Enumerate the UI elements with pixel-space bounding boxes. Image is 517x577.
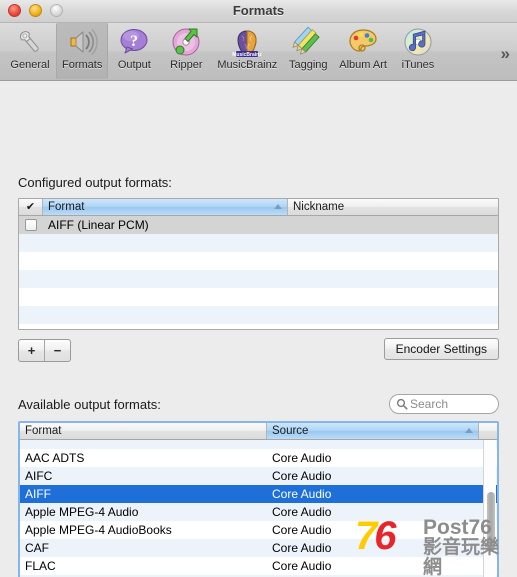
table-row-empty (19, 234, 498, 252)
toolbar-item-label: Formats (62, 59, 103, 71)
row-checkbox-cell[interactable] (19, 216, 43, 234)
column-header-format[interactable]: Format (43, 199, 288, 215)
column-header-nickname[interactable]: Nickname (288, 199, 498, 215)
cell-nickname (288, 216, 498, 234)
encoder-settings-button[interactable]: Encoder Settings (383, 338, 499, 360)
table-row-empty (19, 252, 498, 270)
table-row-selected[interactable]: AIFF Core Audio (20, 485, 497, 503)
cell-source: Core Audio (272, 559, 332, 573)
svg-text:?: ? (130, 33, 138, 50)
configured-table-body: AIFF (Linear PCM) (19, 216, 498, 329)
remove-format-button[interactable]: − (44, 340, 70, 361)
search-icon (396, 398, 408, 410)
toolbar-item-label: Album Art (339, 59, 387, 71)
cell-format: CAF (25, 541, 49, 555)
toolbar-item-label: iTunes (401, 59, 435, 71)
toolbar-item-general[interactable]: General (4, 23, 56, 79)
table-row-empty (19, 306, 498, 324)
disc-arrow-icon (170, 26, 202, 58)
svg-text:MusicBrainz: MusicBrainz (233, 52, 263, 58)
brain-icon: MusicBrainz (231, 26, 263, 58)
cell-format: AIFF (25, 487, 51, 501)
toolbar-item-output[interactable]: ? Output (108, 23, 160, 79)
preferences-toolbar: General Formats ? Output Ripper MusicBra… (0, 23, 517, 81)
toolbar-item-label: Ripper (170, 59, 203, 71)
toolbar-item-tagging[interactable]: Tagging (282, 23, 334, 79)
vertical-scrollbar[interactable] (483, 440, 496, 577)
cell-format: AIFF (Linear PCM) (48, 218, 149, 232)
cell-format: Apple MPEG-4 AudioBooks (25, 523, 172, 537)
available-table-body: 3GPP-2 Audio Core Audio AAC ADTS Core Au… (20, 440, 497, 577)
cell-source: Core Audio (272, 487, 332, 501)
formats-pane: Configured output formats: ✔ Format Nick… (0, 81, 517, 577)
toolbar-item-album-art[interactable]: Album Art (334, 23, 392, 79)
table-row-empty (19, 288, 498, 306)
table-row[interactable]: Apple MPEG-4 Audio Core Audio (20, 503, 497, 521)
cell-source: Core Audio (272, 451, 332, 465)
column-header-checked[interactable]: ✔ (19, 199, 43, 215)
cell-format: FLAC (25, 559, 56, 573)
wrench-icon (14, 26, 46, 58)
toolbar-item-label: Tagging (288, 59, 328, 71)
minimize-button[interactable] (29, 4, 42, 17)
palette-icon (347, 26, 379, 58)
title-bar: Formats (0, 0, 517, 23)
table-row[interactable]: Apple MPEG-4 AudioBooks Core Audio (20, 521, 497, 539)
window-title: Formats (232, 3, 285, 18)
table-row[interactable]: CAF Core Audio (20, 539, 497, 557)
toolbar-overflow-button[interactable]: » (501, 45, 510, 62)
table-row[interactable]: AIFC Core Audio (20, 467, 497, 485)
sort-ascending-icon (274, 204, 282, 209)
toolbar-item-itunes[interactable]: iTunes (392, 23, 444, 79)
toolbar-item-label: MusicBrainz (217, 59, 278, 71)
table-row[interactable]: AAC ADTS Core Audio (20, 449, 497, 467)
add-remove-segmented-control: + − (18, 339, 71, 362)
column-header-spacer (479, 423, 497, 439)
available-table-header: Format Source (20, 423, 497, 440)
toolbar-item-label: Output (117, 59, 151, 71)
question-bubble-icon: ? (118, 26, 150, 58)
sort-ascending-icon (465, 428, 473, 433)
available-formats-label: Available output formats: (18, 397, 161, 412)
available-formats-table[interactable]: Format Source 3GPP-2 Audio Core Audio AA… (18, 421, 499, 577)
column-header-source[interactable]: Source (267, 423, 479, 439)
toolbar-item-formats[interactable]: Formats (56, 23, 109, 79)
pencils-icon (292, 26, 324, 58)
close-button[interactable] (8, 4, 21, 17)
toolbar-item-label: General (10, 59, 50, 71)
configured-formats-table[interactable]: ✔ Format Nickname AIFF (Linear PCM) (18, 198, 499, 330)
checkbox-unchecked-icon[interactable] (25, 219, 37, 231)
table-row[interactable]: 3GPP-2 Audio Core Audio (20, 440, 497, 449)
column-header-label: Format (48, 201, 85, 213)
column-header-label: Source (272, 425, 309, 437)
cell-format: Apple MPEG-4 Audio (25, 505, 139, 519)
cell-format: AAC ADTS (25, 451, 85, 465)
cell-source: Core Audio (272, 541, 332, 555)
scrollbar-thumb[interactable] (487, 492, 495, 552)
preferences-window: Formats General Formats ? Output Ripper … (0, 0, 517, 577)
cell-source: Core Audio (272, 469, 332, 483)
table-row-empty (19, 324, 498, 329)
table-row[interactable]: FLAC Core Audio (20, 557, 497, 575)
cell-source: Core Audio (272, 523, 332, 537)
cell-source: Core Audio (272, 505, 332, 519)
search-input[interactable]: Search (410, 397, 448, 411)
table-row[interactable]: AIFF (Linear PCM) (19, 216, 498, 234)
table-row-empty (19, 270, 498, 288)
itunes-disc-icon (402, 26, 434, 58)
speaker-icon (66, 26, 98, 58)
window-controls (8, 4, 63, 17)
cell-format: AIFC (25, 469, 53, 483)
configured-table-header: ✔ Format Nickname (19, 199, 498, 216)
toolbar-item-musicbrainz[interactable]: MusicBrainz MusicBrainz (212, 23, 282, 79)
configured-formats-label: Configured output formats: (18, 175, 172, 190)
add-format-button[interactable]: + (19, 340, 44, 361)
search-field[interactable]: Search (389, 394, 499, 414)
column-header-format[interactable]: Format (20, 423, 267, 439)
toolbar-item-ripper[interactable]: Ripper (160, 23, 212, 79)
zoom-button[interactable] (50, 4, 63, 17)
